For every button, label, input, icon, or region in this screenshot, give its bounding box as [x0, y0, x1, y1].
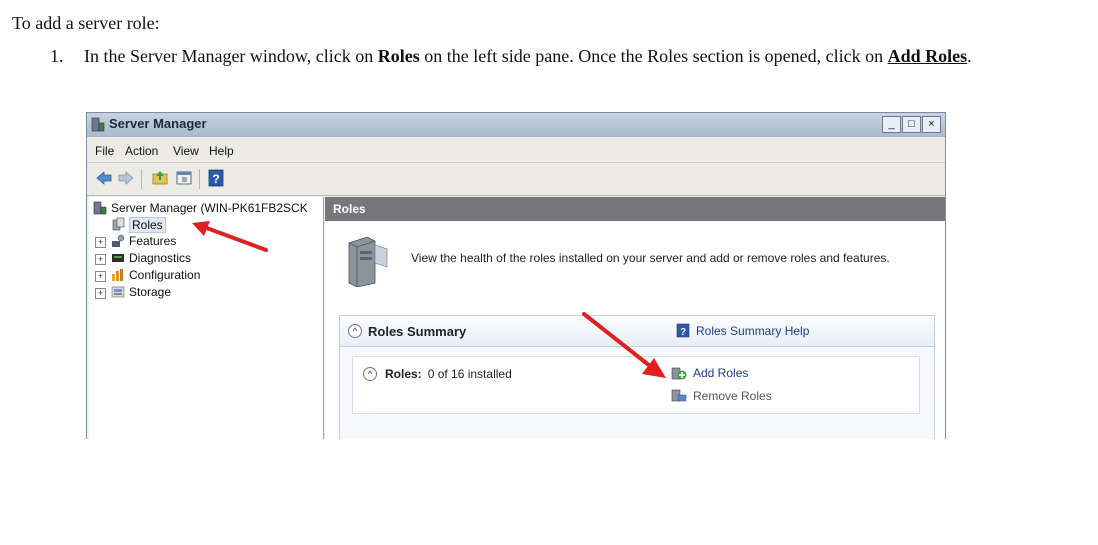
svg-text:?: ?: [680, 327, 686, 338]
tree-root-label: Server Manager (WIN-PK61FB2SCK: [111, 201, 308, 215]
doc-intro: To add a server role:: [12, 13, 160, 33]
up-icon[interactable]: [151, 169, 169, 187]
collapse-roles-summary-button[interactable]: ^: [348, 324, 362, 338]
roles-label: Roles:: [385, 367, 422, 381]
step-bold-roles: Roles: [377, 46, 420, 66]
minimize-button[interactable]: _: [882, 116, 901, 133]
window-controls: _ □ ×: [882, 116, 941, 133]
svg-text:?: ?: [212, 172, 219, 186]
roles-summary-help-link[interactable]: Roles Summary Help: [696, 324, 809, 338]
help-icon: ?: [676, 323, 690, 338]
menu-action[interactable]: Action: [125, 144, 158, 158]
remove-roles-link[interactable]: Remove Roles: [693, 389, 772, 403]
server-manager-icon: [91, 117, 105, 132]
back-icon[interactable]: [95, 169, 113, 187]
help-icon[interactable]: ?: [207, 169, 225, 187]
expand-features-button[interactable]: +: [95, 237, 106, 248]
forward-icon[interactable]: [117, 169, 135, 187]
configuration-icon: [112, 269, 123, 281]
server-tower-icon: [348, 236, 388, 287]
remove-roles-icon: [671, 389, 687, 402]
tree-item-storage-label: Storage: [129, 285, 172, 299]
close-button[interactable]: ×: [922, 116, 941, 133]
step-number: 1.: [50, 46, 64, 66]
collapse-roles-button[interactable]: ^: [363, 367, 377, 381]
menu-help[interactable]: Help: [209, 144, 234, 158]
server-manager-window: Server Manager _ □ × File Action View He…: [86, 112, 946, 439]
roles-summary-title: Roles Summary: [368, 324, 467, 339]
roles-intro: View the health of the roles installed o…: [345, 233, 945, 297]
toolbar-separator: [141, 169, 142, 189]
features-icon: [112, 234, 125, 247]
console-icon[interactable]: [175, 169, 193, 187]
server-manager-icon: [93, 201, 107, 215]
add-roles-link[interactable]: Add Roles: [693, 366, 748, 380]
roles-count: Roles: 0 of 16 installed: [385, 367, 512, 381]
step-text: In the Server Manager window, click on R…: [84, 44, 1094, 68]
title-bar: Server Manager _ □ ×: [87, 113, 945, 137]
step-text-end: .: [967, 46, 972, 66]
tree-item-configuration-label: Configuration: [129, 268, 201, 282]
step-bold-add-roles: Add Roles: [887, 46, 968, 66]
window-title: Server Manager: [109, 116, 207, 131]
storage-icon: [111, 286, 125, 298]
toolbar-separator: [199, 169, 200, 189]
tree-item-roles-label: Roles: [129, 217, 166, 233]
annotation-arrow-roles: [192, 221, 268, 252]
step-text-part1: In the Server Manager window, click on: [84, 46, 378, 66]
menu-file[interactable]: File: [95, 144, 114, 158]
tree-item-features-label: Features: [129, 234, 177, 248]
tree-item-diagnostics-label: Diagnostics: [129, 251, 192, 265]
annotation-arrow-add-roles: [582, 312, 666, 378]
roles-description: View the health of the roles installed o…: [411, 251, 890, 265]
menu-bar: File Action View Help: [87, 138, 945, 163]
diagnostics-icon: [112, 254, 124, 262]
roles-installed-count: 0 of 16 installed: [427, 367, 512, 381]
add-roles-icon: [671, 367, 687, 380]
expand-storage-button[interactable]: +: [95, 288, 106, 299]
step-text-part2: on the left side pane. Once the Roles se…: [419, 46, 888, 66]
toolbar: ?: [87, 163, 945, 196]
roles-icon: [112, 217, 125, 231]
maximize-button[interactable]: □: [902, 116, 921, 133]
roles-header-title: Roles: [333, 202, 366, 216]
expand-diagnostics-button[interactable]: +: [95, 254, 106, 265]
expand-configuration-button[interactable]: +: [95, 271, 106, 282]
roles-header: Roles: [325, 197, 945, 221]
menu-view[interactable]: View: [173, 144, 199, 158]
